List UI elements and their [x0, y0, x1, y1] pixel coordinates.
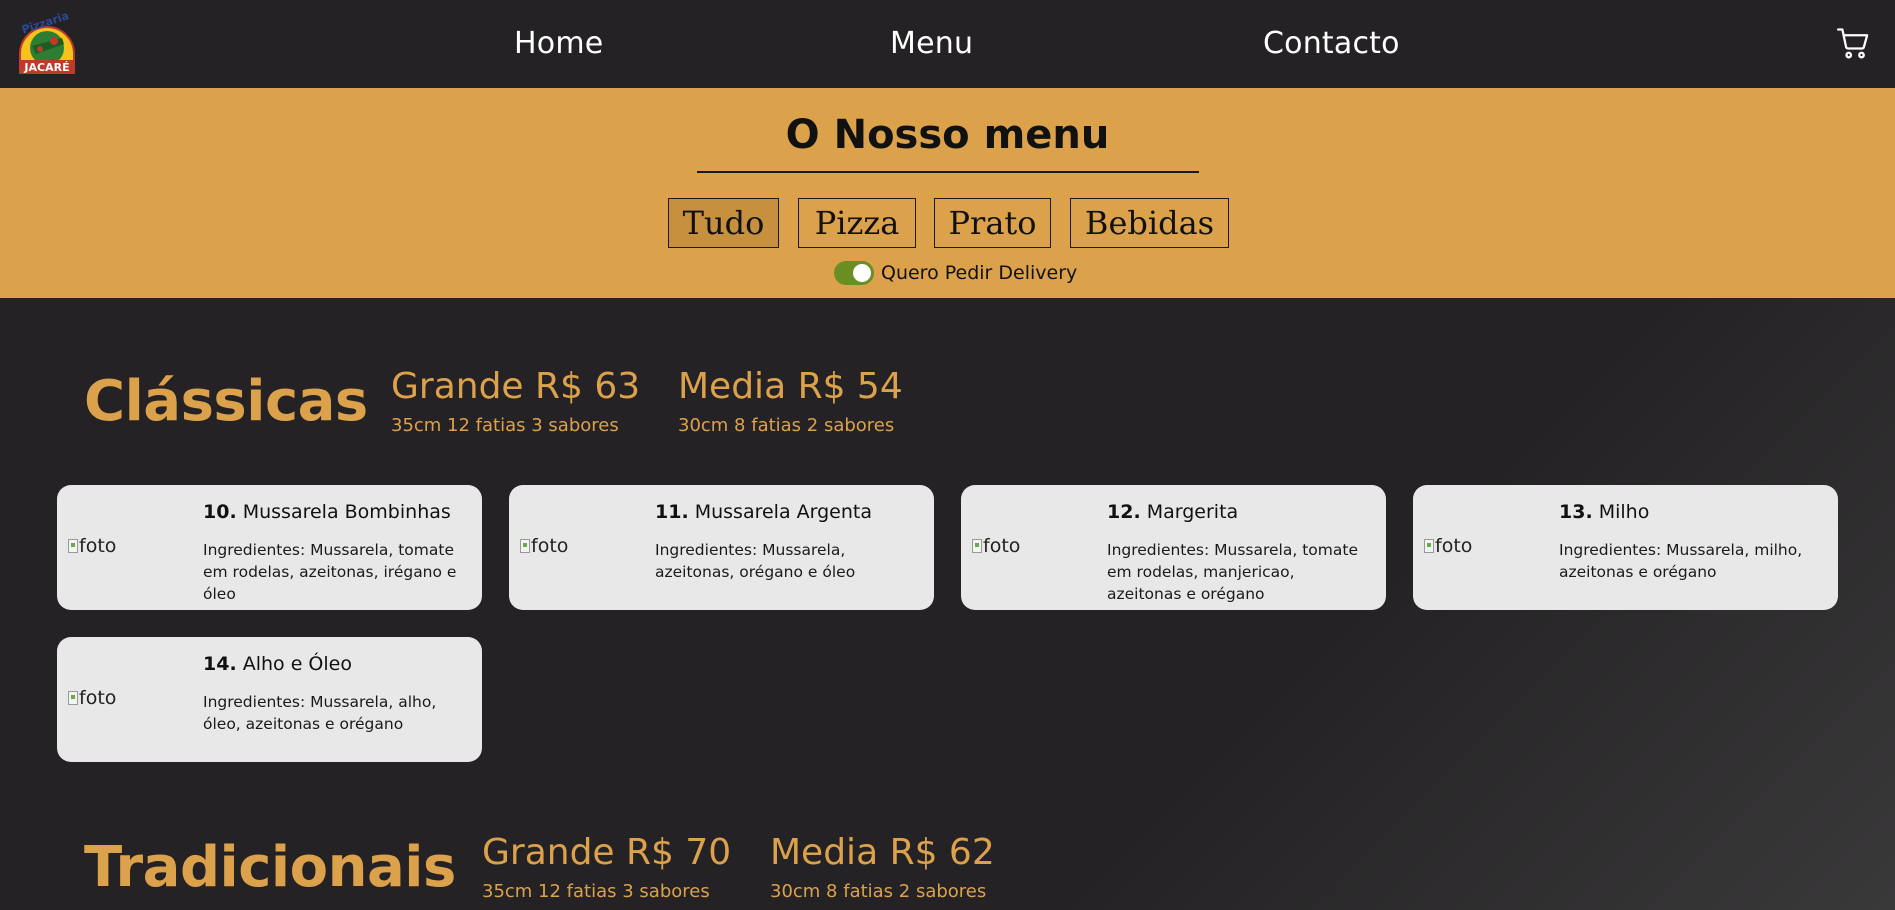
item-photo-alt: foto	[79, 535, 117, 557]
item-title: 10. Mussarela Bombinhas	[203, 501, 451, 523]
item-photo: foto	[68, 535, 116, 557]
item-photo-alt: foto	[79, 687, 117, 709]
size-media-desc: 30cm 8 fatias 2 sabores	[770, 881, 987, 902]
filter-pizza-button[interactable]: Pizza	[798, 198, 916, 248]
item-number: 14.	[203, 653, 237, 675]
filter-prato-button[interactable]: Prato	[934, 198, 1051, 248]
menu-item-card[interactable]: foto 13. Milho Ingredientes: Mussarela, …	[1413, 485, 1838, 610]
category-title-classicas: Clássicas	[84, 369, 368, 434]
size-grande-price: Grande R$ 70	[482, 832, 732, 873]
size-grande-desc: 35cm 12 fatias 3 sabores	[391, 415, 619, 436]
item-ingredients: Ingredientes: Mussarela, tomate em rodel…	[1107, 541, 1358, 603]
item-photo-alt: foto	[1435, 535, 1473, 557]
item-title: 13. Milho	[1559, 501, 1649, 523]
item-title: 14. Alho e Óleo	[203, 653, 352, 675]
item-ingredients: Ingredientes: Mussarela, tomate em rodel…	[203, 541, 457, 603]
broken-image-icon	[68, 539, 78, 553]
size-grande-desc: 35cm 12 fatias 3 sabores	[482, 881, 710, 902]
broken-image-icon	[520, 539, 530, 553]
filter-tudo-button[interactable]: Tudo	[668, 198, 779, 248]
menu-header: O Nosso menu Tudo Pizza Prato Bebidas Qu…	[0, 88, 1895, 298]
item-photo: foto	[520, 535, 568, 557]
navbar: Pizzaria JACARÉ Home Menu Contacto	[0, 0, 1895, 88]
item-ingredients: Ingredientes: Mussarela, alho, óleo, aze…	[203, 693, 437, 733]
item-name: Margerita	[1146, 501, 1239, 523]
item-name: Mussarela Bombinhas	[242, 501, 451, 523]
item-number: 13.	[1559, 501, 1593, 523]
size-media-price: Media R$ 62	[770, 832, 995, 873]
item-name: Mussarela Argenta	[694, 501, 872, 523]
item-photo: foto	[1424, 535, 1472, 557]
category-title-tradicionais: Tradicionais	[84, 835, 456, 900]
menu-item-card[interactable]: foto 12. Margerita Ingredientes: Mussare…	[961, 485, 1386, 610]
item-number: 10.	[203, 501, 237, 523]
nav-link-contacto[interactable]: Contacto	[1263, 26, 1400, 61]
item-photo-alt: foto	[983, 535, 1021, 557]
item-title: 12. Margerita	[1107, 501, 1238, 523]
pizzaria-logo[interactable]: Pizzaria JACARÉ	[14, 8, 80, 80]
item-photo-alt: foto	[531, 535, 569, 557]
delivery-label: Quero Pedir Delivery	[881, 262, 1078, 284]
broken-image-icon	[68, 691, 78, 705]
menu-item-card[interactable]: foto 10. Mussarela Bombinhas Ingrediente…	[57, 485, 482, 610]
size-grande-price: Grande R$ 63	[391, 366, 641, 407]
delivery-toggle-row: Quero Pedir Delivery	[834, 260, 1077, 286]
cart-icon[interactable]	[1836, 26, 1870, 60]
item-ingredients: Ingredientes: Mussarela, azeitonas, orég…	[655, 541, 856, 581]
broken-image-icon	[972, 539, 982, 553]
filter-bebidas-button[interactable]: Bebidas	[1070, 198, 1229, 248]
item-number: 12.	[1107, 501, 1141, 523]
item-title: 11. Mussarela Argenta	[655, 501, 872, 523]
nav-link-home[interactable]: Home	[514, 26, 603, 61]
size-media-desc: 30cm 8 fatias 2 sabores	[678, 415, 895, 436]
menu-item-card[interactable]: foto 11. Mussarela Argenta Ingredientes:…	[509, 485, 934, 610]
menu-item-card[interactable]: foto 14. Alho e Óleo Ingredientes: Mussa…	[57, 637, 482, 762]
size-media-price: Media R$ 54	[678, 366, 903, 407]
nav-link-menu[interactable]: Menu	[890, 26, 973, 61]
title-underline	[697, 171, 1199, 173]
item-photo: foto	[972, 535, 1020, 557]
item-name: Milho	[1598, 501, 1650, 523]
toggle-knob	[853, 264, 871, 282]
item-number: 11.	[655, 501, 689, 523]
item-ingredients: Ingredientes: Mussarela, milho, azeitona…	[1559, 541, 1803, 581]
item-name: Alho e Óleo	[242, 653, 352, 675]
broken-image-icon	[1424, 539, 1434, 553]
menu-title: O Nosso menu	[785, 112, 1110, 158]
logo-bottom-text: JACARÉ	[23, 61, 69, 74]
delivery-toggle[interactable]	[834, 261, 874, 285]
item-photo: foto	[68, 687, 116, 709]
